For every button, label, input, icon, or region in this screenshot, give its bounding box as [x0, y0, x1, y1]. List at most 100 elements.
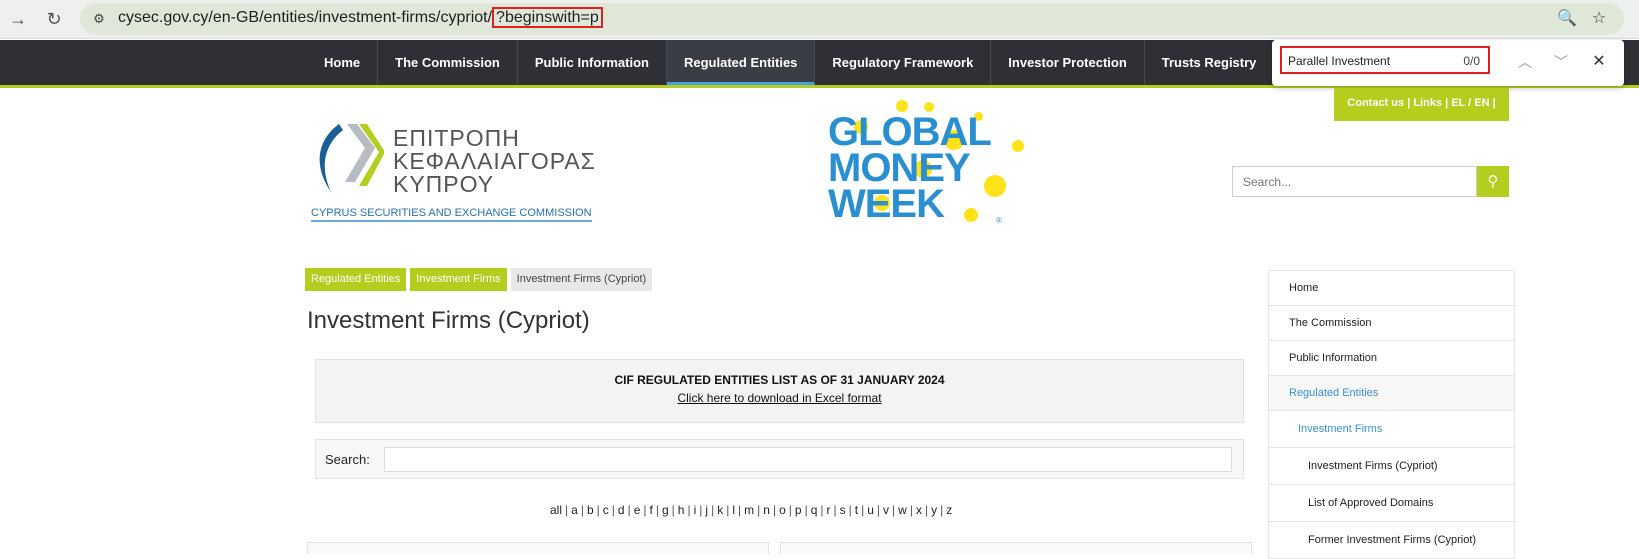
search-icon[interactable]: ⚲ [1477, 166, 1509, 197]
alphabet-separator: | [580, 503, 584, 517]
alphabet-letter-c[interactable]: c [603, 503, 609, 517]
alphabet-separator: | [596, 503, 600, 517]
site-search-input[interactable] [1232, 166, 1477, 197]
alphabet-separator: | [848, 503, 852, 517]
browser-toolbar: → ↻ ⚙ cysec.gov.cy/en-GB/entities/invest… [0, 0, 1639, 39]
alphabet-filter: all | a | b | c | d | e | f | g | h | i | j | k | l | m | n | o | p | q | r |… [550, 503, 952, 517]
global-money-week-banner[interactable]: GLOBAL MONEY WEEK ® [824, 100, 1039, 230]
alphabet-letter-p[interactable]: p [795, 503, 802, 517]
page-title: Investment Firms (Cypriot) [307, 307, 590, 334]
sidebar-item-former-investment-firms-cypriot-[interactable]: Former Investment Firms (Cypriot) [1269, 522, 1514, 559]
sidebar-menu: Home The Commission Public Information Regu… [1268, 270, 1515, 559]
nav-item-regulated-entities[interactable]: Regulated Entities [667, 40, 816, 85]
banner-dot [1012, 140, 1024, 152]
alphabet-letter-d[interactable]: d [618, 503, 625, 517]
find-in-page-bar: Parallel Investment 0/0 ︿ ﹀ ✕ [1272, 40, 1624, 86]
forward-icon[interactable]: → [6, 7, 30, 31]
banner-registered-mark: ® [996, 216, 1002, 225]
reload-icon[interactable]: ↻ [42, 7, 66, 31]
results-column-right [780, 542, 1252, 554]
list-search-input[interactable] [384, 447, 1232, 472]
sidebar-item-investment-firms-cypriot-[interactable]: Investment Firms (Cypriot) [1269, 448, 1514, 485]
alphabet-separator: | [772, 503, 777, 517]
site-search: ⚲ [1232, 166, 1509, 197]
alphabet-separator: | [611, 503, 615, 517]
address-bar[interactable]: ⚙ cysec.gov.cy/en-GB/entities/investment… [80, 3, 1624, 35]
alphabet-letter-m[interactable]: m [744, 503, 754, 517]
find-input[interactable]: Parallel Investment 0/0 [1280, 46, 1490, 74]
find-next-icon[interactable]: ﹀ [1551, 52, 1571, 72]
find-match-count: 0/0 [1463, 54, 1480, 68]
banner-line-3: WEEK [828, 182, 945, 226]
alphabet-separator: | [627, 503, 631, 517]
alphabet-letter-o[interactable]: o [779, 503, 786, 517]
alphabet-separator: | [711, 503, 715, 517]
sidebar-item-list-of-approved-domains[interactable]: List of Approved Domains [1269, 485, 1514, 522]
nav-item-home[interactable]: Home [307, 40, 379, 85]
alphabet-separator: | [804, 503, 808, 517]
bookmark-star-icon[interactable]: ☆ [1588, 8, 1610, 30]
alphabet-separator: | [738, 503, 742, 517]
alphabet-letter-g[interactable]: g [662, 503, 669, 517]
alphabet-separator: | [820, 503, 824, 517]
nav-item-public-information[interactable]: Public Information [518, 40, 667, 85]
alphabet-letter-w[interactable]: w [898, 503, 907, 517]
alphabet-separator: | [687, 503, 691, 517]
alphabet-separator: | [565, 503, 569, 517]
main-nav-items: Home The Commission Public Information Regu… [307, 40, 1275, 85]
list-search: Search: [315, 439, 1244, 479]
alphabet-separator: | [655, 503, 659, 517]
sidebar-item-the-commission[interactable]: The Commission [1269, 306, 1514, 341]
alphabet-separator: | [833, 503, 837, 517]
alphabet-letter-n[interactable]: n [763, 503, 770, 517]
site-info-icon[interactable]: ⚙ [88, 8, 110, 30]
logo-line-1: ΕΠΙΤΡΟΠΗ [393, 125, 520, 151]
alphabet-letter-r[interactable]: r [827, 503, 831, 517]
cysec-logo-mark-icon [319, 124, 384, 192]
utility-links[interactable]: Contact us | Links | EL / EN | [1334, 88, 1509, 121]
logo-line-3: ΚΥΠΡΟΥ [393, 171, 495, 197]
sidebar-item-regulated-entities[interactable]: Regulated Entities [1269, 376, 1514, 411]
url-query-highlight: ?beginswith=p [492, 7, 603, 28]
alphabet-separator: | [861, 503, 865, 517]
logo-line-2: ΚΕΦΑΛΑΙΑΓΟΡΑΣ [393, 148, 596, 174]
url-text[interactable]: cysec.gov.cy/en-GB/entities/investment-f… [118, 7, 603, 28]
breadcrumb-item[interactable]: Investment Firms [410, 268, 507, 291]
find-previous-icon[interactable]: ︿ [1515, 52, 1535, 72]
cysec-logo[interactable]: ΕΠΙΤΡΟΠΗ ΚΕΦΑΛΑΙΑΓΟΡΑΣ ΚΥΠΡΟΥ CYPRUS SEC… [309, 120, 595, 222]
banner-dot [984, 175, 1006, 197]
breadcrumb-item: Investment Firms (Cypriot) [510, 268, 653, 291]
nav-item-investor-protection[interactable]: Investor Protection [991, 40, 1145, 85]
banner-dot [964, 208, 978, 222]
nav-item-regulatory-framework[interactable]: Regulatory Framework [815, 40, 992, 85]
nav-item-trusts-registry[interactable]: Trusts Registry [1145, 40, 1275, 85]
logo-english-name: CYPRUS SECURITIES AND EXCHANGE COMMISSIO… [311, 207, 592, 222]
find-close-icon[interactable]: ✕ [1589, 52, 1609, 72]
regulated-list-notice: CIF REGULATED ENTITIES LIST AS OF 31 JAN… [315, 359, 1244, 423]
list-search-label: Search: [325, 452, 370, 467]
logo-greek-name: ΕΠΙΤΡΟΠΗ ΚΕΦΑΛΑΙΑΓΟΡΑΣ ΚΥΠΡΟΥ [393, 127, 596, 196]
breadcrumb: Regulated Entities Investment Firms Invest… [305, 268, 653, 291]
alphabet-separator: | [892, 503, 896, 517]
sidebar-item-home[interactable]: Home [1269, 271, 1514, 306]
sidebar-item-investment-firms[interactable]: Investment Firms [1269, 411, 1514, 448]
alphabet-separator: | [726, 503, 730, 517]
sidebar-item-public-information[interactable]: Public Information [1269, 341, 1514, 376]
notice-title: CIF REGULATED ENTITIES LIST AS OF 31 JAN… [614, 373, 945, 387]
alphabet-letter-z[interactable]: z [946, 503, 952, 517]
alphabet-separator: | [924, 503, 929, 517]
breadcrumb-item[interactable]: Regulated Entities [305, 268, 407, 291]
alphabet-separator: | [643, 503, 647, 517]
url-path: cysec.gov.cy/en-GB/entities/investment-f… [118, 9, 493, 26]
nav-item-the-commission[interactable]: The Commission [378, 40, 518, 85]
alphabet-letter-s[interactable]: s [840, 503, 846, 517]
alphabet-letter-b[interactable]: b [587, 503, 594, 517]
alphabet-letter-u[interactable]: u [867, 503, 874, 517]
alphabet-separator: | [940, 503, 944, 517]
alphabet-letter-a[interactable]: a [571, 503, 578, 517]
download-excel-link[interactable]: Click here to download in Excel format [316, 391, 1243, 405]
alphabet-separator: | [876, 503, 881, 517]
alphabet-letter-all[interactable]: all [550, 503, 562, 517]
page-search-icon[interactable]: 🔍 [1556, 8, 1578, 30]
alphabet-separator: | [788, 503, 792, 517]
